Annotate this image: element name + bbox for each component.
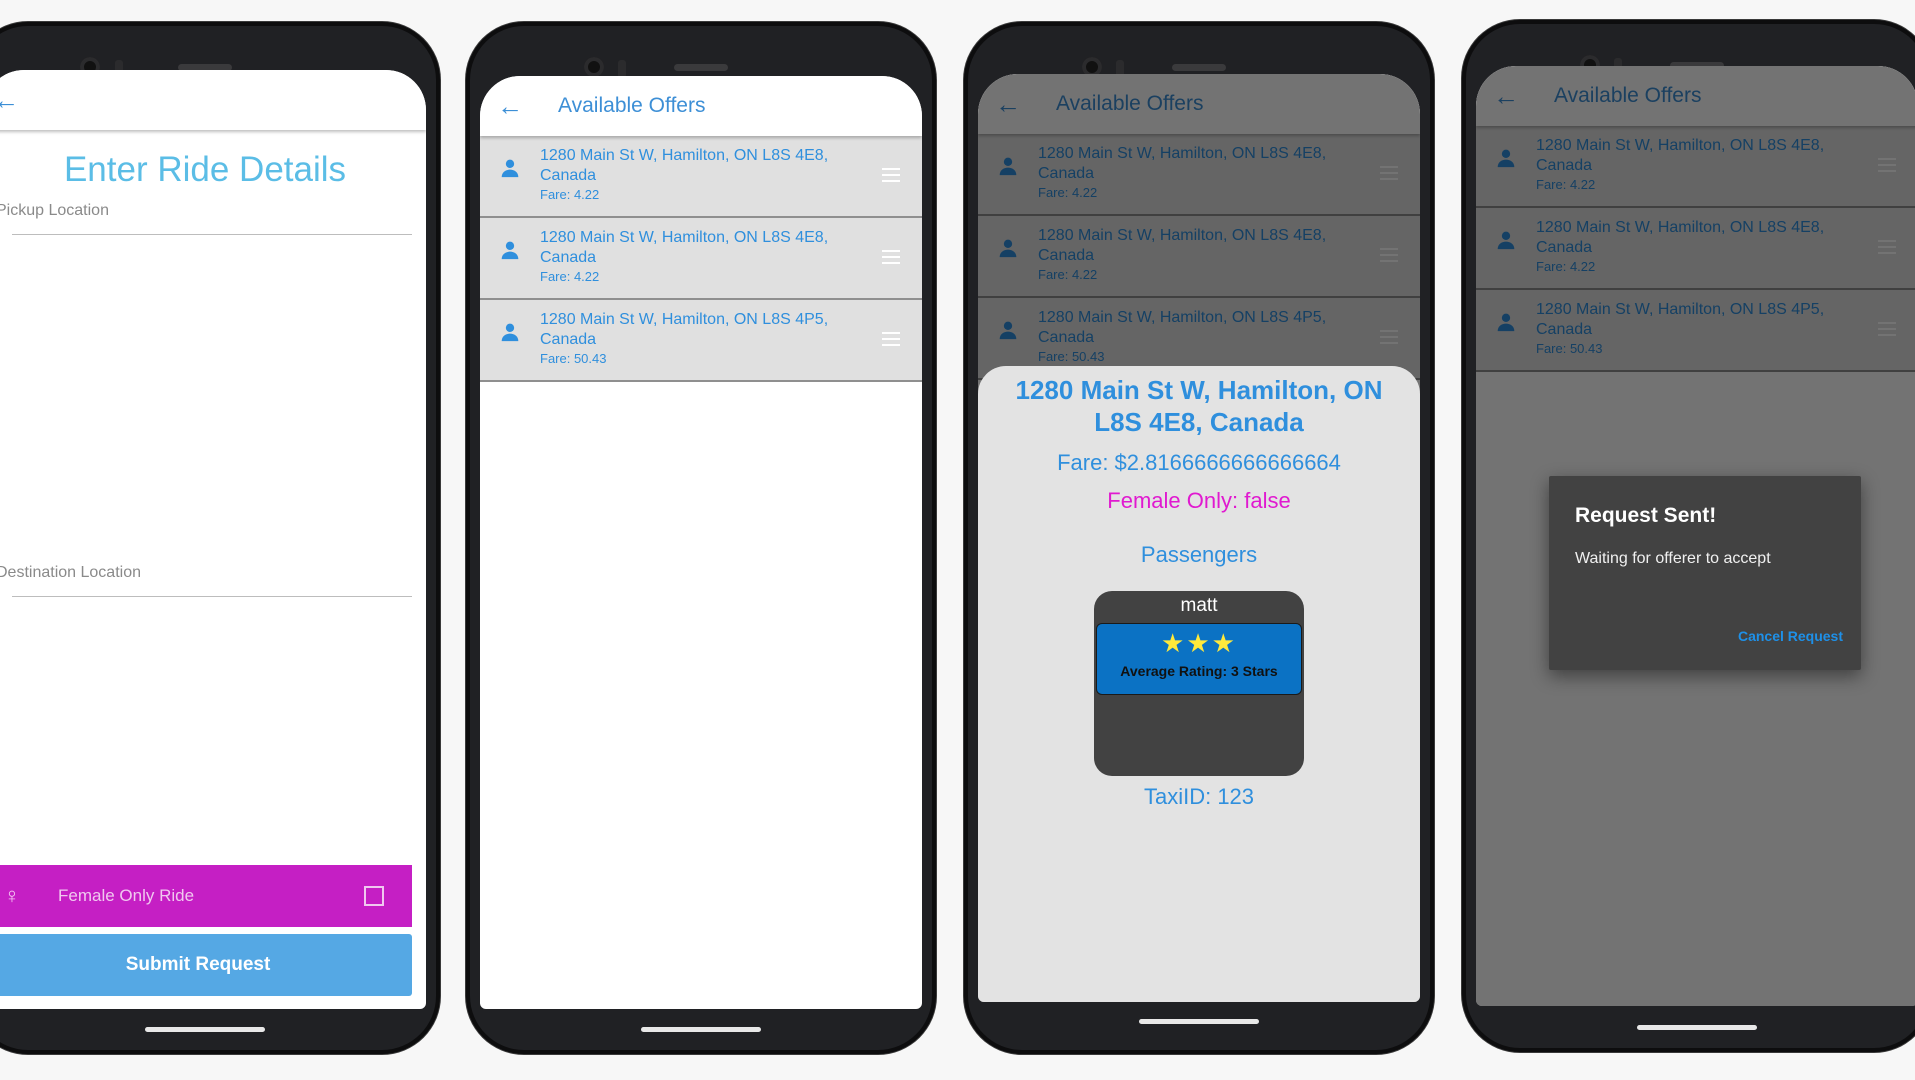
passenger-name: matt [1180,595,1218,616]
earpiece [1172,64,1226,71]
offer-fare: Fare: 4.22 [540,269,600,284]
offer-fare: Fare: 4.22 [540,187,600,202]
cancel-request-button[interactable]: Cancel Request [1738,628,1843,644]
taxi-id: TaxiID: 123 [1143,784,1255,809]
destination-underline [12,596,412,597]
star-icon: ★★★ [1161,628,1237,658]
passenger-card[interactable]: matt ★★★ Average Rating: 3 Stars [1094,591,1304,776]
person-icon [480,136,540,178]
drag-handle-icon[interactable] [882,332,900,350]
app-bar: ← Available Offers [480,76,922,136]
rating-box: ★★★ Average Rating: 3 Stars [1096,623,1302,695]
request-sent-dialog: Request Sent! Waiting for offerer to acc… [1549,476,1861,670]
phone-3: ← Available Offers 1280 Main St W, Hamil… [964,22,1434,1054]
offer-fare: Fare: 50.43 [540,351,607,366]
offer-row[interactable]: 1280 Main St W, Hamilton, ON L8S 4E8, Ca… [480,218,922,300]
detail-address: 1280 Main St W, Hamilton, ON L8S 4E8, Ca… [1015,375,1383,437]
phone-4: ← Available Offers 1280 Main St W, Hamil… [1462,20,1915,1052]
offer-detail-screen: ← Available Offers 1280 Main St W, Hamil… [978,74,1420,1002]
page-title: Enter Ride Details [63,150,347,189]
checkbox-icon[interactable] [364,886,384,906]
home-indicator [1139,1019,1259,1024]
back-arrow-icon[interactable]: ← [480,91,540,122]
passengers-heading: Passengers [1140,542,1258,567]
offers-screen: ← Available Offers 1280 Main St W, Hamil… [480,76,922,1009]
drag-handle-icon[interactable] [882,168,900,186]
page-title: Available Offers [558,94,706,117]
pickup-location-field[interactable]: Pickup Location [0,202,412,220]
offer-detail-sheet: 1280 Main St W, Hamilton, ON L8S 4E8, Ca… [978,366,1420,1002]
offer-address: 1280 Main St W, Hamilton, ON L8S 4P5, Ca… [540,311,829,348]
female-only-status: Female Only: false [1107,488,1291,513]
dialog-message: Waiting for offerer to accept [1575,550,1771,567]
person-icon [480,218,540,260]
offer-row[interactable]: 1280 Main St W, Hamilton, ON L8S 4E8, Ca… [480,136,922,218]
drag-handle-icon[interactable] [882,250,900,268]
offer-address: 1280 Main St W, Hamilton, ON L8S 4E8, Ca… [540,229,829,266]
offer-address: 1280 Main St W, Hamilton, ON L8S 4E8, Ca… [540,147,829,184]
ride-details-screen: ← Enter Ride Details Pickup Location Des… [0,70,426,1009]
female-only-toggle[interactable]: ♀ Female Only Ride [0,865,412,927]
front-camera [584,57,604,77]
destination-location-field[interactable]: Destination Location [0,564,412,582]
home-indicator [145,1027,265,1032]
dialog-title: Request Sent! [1575,504,1717,527]
average-rating: Average Rating: 3 Stars [1120,663,1278,679]
female-icon: ♀ [3,883,21,908]
phone-1: ← Enter Ride Details Pickup Location Des… [0,22,440,1054]
person-icon [480,300,540,342]
back-arrow-icon[interactable]: ← [0,85,28,116]
offer-row[interactable]: 1280 Main St W, Hamilton, ON L8S 4P5, Ca… [480,300,922,382]
female-only-label: Female Only Ride [58,886,195,905]
app-bar: ← [0,70,426,130]
submit-request-button[interactable]: Submit Request [0,934,412,996]
home-indicator [1637,1025,1757,1030]
pickup-underline [12,234,412,235]
earpiece [674,64,728,71]
home-indicator [641,1027,761,1032]
detail-fare: Fare: $2.8166666666666664 [1057,450,1341,475]
request-sent-screen: ← Available Offers 1280 Main St W, Hamil… [1476,66,1915,1006]
phone-2: ← Available Offers 1280 Main St W, Hamil… [466,22,936,1054]
